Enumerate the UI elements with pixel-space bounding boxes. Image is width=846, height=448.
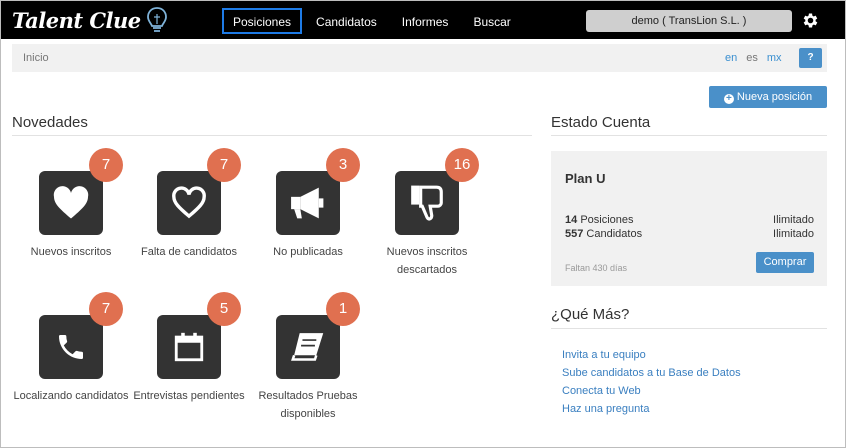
link-invita-equipo[interactable]: Invita a tu equipo [562,346,741,364]
heart-outline-icon [172,186,206,219]
language-switcher: en es mx [725,52,782,64]
logo[interactable]: Talent Clue [12,4,168,36]
lang-en[interactable]: en [725,52,737,64]
new-position-label: Nueva posición [736,91,813,103]
novedades-divider [12,135,532,136]
tile-label: Falta de candidatos [140,246,237,258]
lightbulb-icon [146,7,167,32]
lang-es[interactable]: es [746,52,758,64]
megaphone-icon [291,187,324,219]
count-badge: 16 [445,148,479,182]
new-position-button[interactable]: + Nueva posición [709,86,827,108]
buy-button[interactable]: Comprar [756,252,814,273]
usage-limit: Ilimitado [773,214,814,226]
tile-box [395,171,459,235]
nav-posiciones[interactable]: Posiciones [222,8,303,34]
count-badge: 7 [89,148,123,182]
link-conecta-web[interactable]: Conecta tu Web [562,382,741,400]
tile-label: Nuevos inscritos [30,246,112,258]
tile-box [276,315,340,379]
link-sube-candidatos[interactable]: Sube candidatos a tu Base de Datos [562,364,741,382]
phone-icon [59,335,83,359]
tile-label: Nuevos inscritos descartados [386,246,468,276]
count-badge: 5 [207,292,241,326]
estado-divider [551,135,827,136]
novedades-title: Novedades [12,114,88,131]
tile-label: Entrevistas pendientes [133,390,245,402]
tile-label: Resultados Pruebas disponibles [258,390,358,420]
user-account-button[interactable]: demo ( TransLion S.L. ) [586,10,792,32]
thumbs-down-icon [411,185,443,221]
tile-box [276,171,340,235]
count-badge: 1 [326,292,360,326]
breadcrumb: Inicio en es mx ? [12,44,827,72]
count-badge: 7 [207,148,241,182]
que-mas-links: Invita a tu equipo Sube candidatos a tu … [562,346,741,418]
plan-name: Plan U [565,171,606,186]
tile-box [157,315,221,379]
tile-box [157,171,221,235]
tile-box [39,315,103,379]
calendar-icon [174,332,204,362]
lang-mx[interactable]: mx [767,52,782,64]
help-button[interactable]: ? [799,48,822,68]
usage-label: 14 Posiciones [565,214,634,226]
nav-informes[interactable]: Informes [391,8,460,34]
count-badge: 3 [326,148,360,182]
tile-label: No publicadas [273,246,343,258]
que-mas-divider [551,328,827,329]
estado-cuenta-title: Estado Cuenta [551,114,651,131]
usage-limit: Ilimitado [773,228,814,240]
tile-box [39,171,103,235]
que-mas-title: ¿Qué Más? [551,306,630,323]
main-nav: Posiciones Candidatos Informes Buscar [222,8,525,34]
usage-label: 557 Candidatos [565,228,643,240]
tile-label: Localizando candidatos [13,390,129,402]
top-navbar: Talent Clue Posiciones Candidatos Inform… [1,1,845,39]
usage-row-candidatos: 557 Candidatos Ilimitado [565,228,814,240]
logo-text: Talent Clue [12,7,141,33]
plus-circle-icon: + [723,94,734,104]
usage-row-posiciones: 14 Posiciones Ilimitado [565,214,814,226]
gear-icon[interactable] [801,11,820,30]
count-badge: 7 [89,292,123,326]
book-icon [291,333,324,361]
account-status-card: Plan U 14 Posiciones Ilimitado 557 Candi… [551,151,827,286]
remaining-days: Faltan 430 días [565,263,628,273]
nav-candidatos[interactable]: Candidatos [305,8,388,34]
nav-buscar[interactable]: Buscar [462,8,521,34]
heart-filled-icon [53,186,89,219]
breadcrumb-home[interactable]: Inicio [23,52,49,64]
link-haz-pregunta[interactable]: Haz una pregunta [562,400,741,418]
